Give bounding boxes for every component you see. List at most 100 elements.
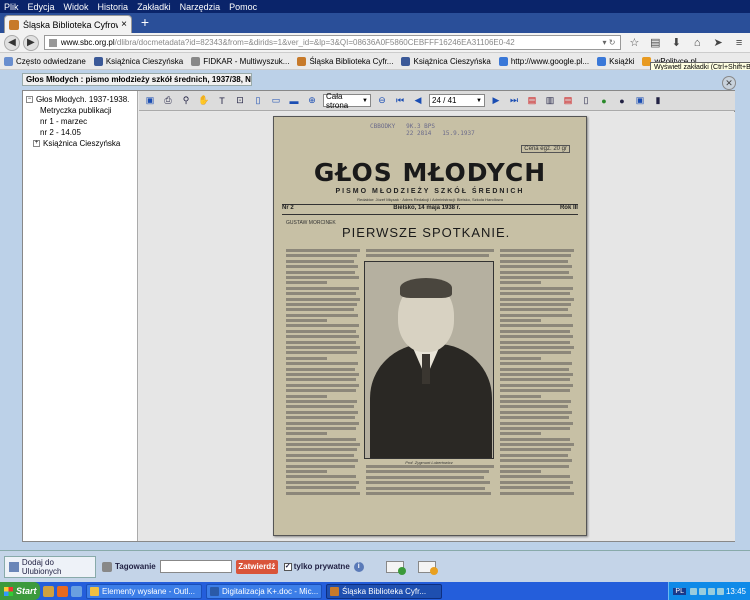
pdf-icon[interactable]: ▤ xyxy=(525,94,539,108)
confirm-tag-button[interactable]: Zatwierdź xyxy=(235,559,278,574)
text-column-top xyxy=(366,249,494,259)
image-icon[interactable]: ▣ xyxy=(633,94,647,108)
bookmark-icon[interactable]: ▮ xyxy=(651,94,665,108)
bookmark-item[interactable]: Książki xyxy=(597,56,634,66)
bookmark-item[interactable]: http://www.google.pl... xyxy=(498,56,589,66)
bookmark-item[interactable]: Książnica Cieszyńska xyxy=(401,56,491,66)
quick-launch-firefox-icon[interactable] xyxy=(57,585,68,597)
tree-root[interactable]: − Głos Młodych. 1937-1938. xyxy=(26,94,134,105)
report-mail-icon[interactable] xyxy=(417,559,438,575)
reading-list-icon[interactable]: ▤ xyxy=(648,36,662,50)
taskbar-task[interactable]: Digitalizacja K+.doc - Mic... xyxy=(206,583,322,599)
page-icon[interactable]: ▯ xyxy=(579,94,593,108)
menu-icon[interactable]: ≡ xyxy=(732,36,746,50)
zoom-out-icon[interactable]: ⊖ xyxy=(375,94,389,108)
text-column-right xyxy=(500,249,574,499)
issue-number: Nr 2 xyxy=(282,205,294,211)
text-column-bottom xyxy=(366,465,494,499)
stop-icon[interactable]: ● xyxy=(615,94,629,108)
zoom-in-icon[interactable]: ⊕ xyxy=(305,94,319,108)
sbc-favicon-icon xyxy=(9,19,19,30)
last-page-icon[interactable]: ⏭ xyxy=(507,94,521,108)
menu-item[interactable]: Pomoc xyxy=(229,2,257,12)
page-canvas[interactable]: CBBODKY 9K.3 BPS 22 2814 15.9.1937 Cena … xyxy=(139,112,735,541)
fit-page-icon[interactable]: ▭ xyxy=(269,94,283,108)
tab-close-icon[interactable]: × xyxy=(121,19,127,30)
find-icon[interactable]: ⚲ xyxy=(179,94,193,108)
task-app-icon xyxy=(210,586,219,596)
bookmark-item[interactable]: Często odwiedzane xyxy=(4,56,86,66)
page-select[interactable]: 24 / 41 ▼ xyxy=(429,94,485,107)
menu-item[interactable]: Widok xyxy=(64,2,89,12)
quick-launch-folder-icon[interactable] xyxy=(43,585,54,597)
first-page-icon[interactable]: ⏮ xyxy=(393,94,407,108)
tab-title: Śląska Biblioteka Cyfrowa - bi... xyxy=(23,19,118,30)
collapse-icon[interactable]: − xyxy=(26,96,33,103)
bookmark-star-icon[interactable]: ☆ xyxy=(628,36,642,50)
document-icon[interactable]: ▥ xyxy=(543,94,557,108)
windows-logo-icon xyxy=(4,586,13,596)
menu-item[interactable]: Plik xyxy=(4,2,19,12)
tray-icon[interactable] xyxy=(698,587,706,595)
bookmark-item[interactable]: Książnica Cieszyńska xyxy=(93,56,183,66)
hand-tool-icon[interactable]: ✋ xyxy=(197,94,211,108)
private-only-checkbox[interactable]: ✓ tylko prywatne i xyxy=(283,561,364,572)
tray-icon[interactable] xyxy=(689,587,697,595)
taskbar-task[interactable]: Elementy wysłane - Outl... xyxy=(86,583,202,599)
info-icon[interactable]: i xyxy=(353,561,364,572)
tree-item-library[interactable]: + Książnica Cieszyńska xyxy=(26,138,134,149)
tray-icon[interactable] xyxy=(707,587,715,595)
send-icon[interactable]: ➤ xyxy=(711,36,725,50)
start-button[interactable]: Start xyxy=(0,582,40,600)
address-bar[interactable]: www.sbc.org.pl /dlibra/docmetadata?id=82… xyxy=(43,35,621,50)
bookmarks-toolbar: Często odwiedzane Książnica Cieszyńska FID… xyxy=(0,53,750,70)
prev-page-icon[interactable]: ◀ xyxy=(411,94,425,108)
close-viewer-icon[interactable]: ✕ xyxy=(722,76,736,90)
home-icon[interactable]: ⌂ xyxy=(690,36,704,50)
tag-input[interactable] xyxy=(159,560,232,573)
menu-item[interactable]: Historia xyxy=(98,2,129,12)
quick-launch-ie-icon[interactable] xyxy=(71,585,82,597)
menu-item[interactable]: Zakładki xyxy=(137,2,171,12)
forward-button[interactable]: ▶ xyxy=(22,34,39,51)
article-author: GUSTAW MORCINEK xyxy=(286,220,336,226)
zoom-select[interactable]: Cała strona ▼ xyxy=(323,92,371,110)
next-page-icon[interactable]: ▶ xyxy=(489,94,503,108)
tree-item-metadata[interactable]: Metryczka publikacji xyxy=(26,105,134,116)
bookmark-item[interactable]: Śląska Biblioteka Cyfr... xyxy=(297,56,393,66)
pdf-export-icon[interactable]: ▤ xyxy=(561,94,575,108)
navigation-bar: ◀ ▶ www.sbc.org.pl /dlibra/docmetadata?i… xyxy=(0,33,750,53)
print-icon[interactable]: ⎙ xyxy=(161,94,175,108)
bookmark-favicon-icon xyxy=(498,56,508,66)
viewer-toolbar: ▣ ⎙ ⚲ ✋ T ⊡ ▯ ▭ ▬ ⊕ Cała strona ▼ ⊖ ⏮ ◀ 2… xyxy=(139,91,735,111)
refresh-icon[interactable]: ● xyxy=(597,94,611,108)
download-icon[interactable]: ⬇ xyxy=(669,36,683,50)
bookmark-item[interactable]: FIDKAR - Multiwyszuk... xyxy=(191,56,289,66)
url-dropdown-icon[interactable]: ▾ ↻ xyxy=(603,38,616,47)
language-indicator[interactable]: PL xyxy=(673,587,686,595)
zoom-dropdown-icon: ▼ xyxy=(362,97,368,104)
checkbox-checked-icon[interactable]: ✓ xyxy=(283,562,292,571)
zoom-select-icon[interactable]: ⊡ xyxy=(233,94,247,108)
menu-item[interactable]: Narzędzia xyxy=(180,2,221,12)
single-page-icon[interactable]: ▯ xyxy=(251,94,265,108)
new-tab-button[interactable]: + xyxy=(138,15,152,30)
fit-width-icon[interactable]: ▬ xyxy=(287,94,301,108)
divider xyxy=(282,214,578,215)
tagging-section: Tagowanie Zatwierdź ✓ tylko prywatne i xyxy=(102,559,364,574)
add-to-favorites-button[interactable]: Dodaj do Ulubionych xyxy=(4,555,96,578)
tree-item-nr1[interactable]: nr 1 - marzec xyxy=(26,116,134,127)
bookmark-favicon-icon xyxy=(191,56,201,66)
text-select-icon[interactable]: T xyxy=(215,94,229,108)
tree-item-nr2[interactable]: nr 2 - 14.05 xyxy=(26,127,134,138)
site-identity-icon[interactable] xyxy=(48,38,57,47)
menu-item[interactable]: Edycja xyxy=(28,2,55,12)
back-button[interactable]: ◀ xyxy=(4,34,20,51)
save-icon[interactable]: ▣ xyxy=(143,94,157,108)
expand-icon[interactable]: + xyxy=(33,140,40,147)
tray-icon[interactable] xyxy=(716,587,724,595)
issue-line: Nr 2 Bielsko, 14 maja 1938 r. Rok III xyxy=(282,205,578,211)
taskbar-task[interactable]: Śląska Biblioteka Cyfr... xyxy=(326,583,442,599)
share-mail-icon[interactable] xyxy=(385,559,406,575)
browser-tab-active[interactable]: Śląska Biblioteka Cyfrowa - bi... × xyxy=(4,15,132,33)
